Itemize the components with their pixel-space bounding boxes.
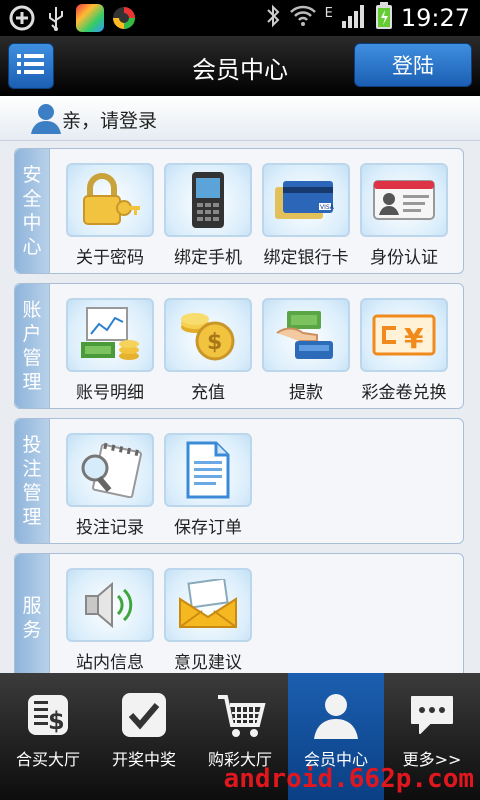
item-label: 提款 xyxy=(289,383,323,403)
checkmark-icon xyxy=(120,691,168,739)
app-icon xyxy=(110,4,138,32)
item-feedback[interactable]: 意见建议 xyxy=(161,568,255,673)
member-icon xyxy=(312,691,360,739)
clock: 19:27 xyxy=(400,4,470,32)
id-card-icon xyxy=(360,163,448,237)
document-icon xyxy=(164,433,252,507)
padlock-key-icon xyxy=(66,163,154,237)
item-withdraw[interactable]: 提款 xyxy=(259,298,353,403)
app-icon xyxy=(76,4,104,32)
tab-label: 开奖中奖 xyxy=(111,750,176,769)
yuan-coupon-icon: ¥ xyxy=(360,298,448,372)
section-label: 账户管理 xyxy=(15,284,50,408)
item-label: 投注记录 xyxy=(76,518,144,538)
svg-text:VISA: VISA xyxy=(320,204,335,211)
item-label: 充值 xyxy=(191,383,225,403)
item-bind-phone[interactable]: 绑定手机 xyxy=(161,163,255,268)
chat-bubble-icon xyxy=(408,691,456,739)
section-security-center: 安全中心 关于密码 绑定手机 VISA 绑定银行卡 身份认证 xyxy=(14,148,464,274)
section-label: 安全中心 xyxy=(15,149,50,273)
bank-cards-icon: VISA xyxy=(262,163,350,237)
account-chart-icon xyxy=(66,298,154,372)
svg-text:$: $ xyxy=(207,330,222,355)
wifi-icon xyxy=(289,4,317,32)
section-betting-management: 投注管理 投注记录 保存订单 xyxy=(14,418,464,544)
svg-text:$: $ xyxy=(48,707,65,735)
section-services: 服务 站内信息 意见建议 xyxy=(14,553,464,683)
item-saved-orders[interactable]: 保存订单 xyxy=(161,433,255,538)
item-site-messages[interactable]: 站内信息 xyxy=(63,568,157,673)
item-account-details[interactable]: 账号明细 xyxy=(63,298,157,403)
item-label: 身份认证 xyxy=(370,248,438,268)
signal-icon xyxy=(341,3,367,33)
svg-text:¥: ¥ xyxy=(404,322,424,355)
status-bar: E 19:27 xyxy=(0,0,480,36)
item-label: 保存订单 xyxy=(174,518,242,538)
withdraw-money-icon xyxy=(262,298,350,372)
item-coupon-exchange[interactable]: ¥ 彩金卷兑换 xyxy=(357,298,451,403)
item-bind-bank-card[interactable]: VISA 绑定银行卡 xyxy=(259,163,353,268)
tab-label: 合买大厅 xyxy=(15,750,80,769)
usb-icon xyxy=(42,4,70,32)
title-bar: 会员中心 登陆 xyxy=(0,36,480,96)
coins-icon: $ xyxy=(164,298,252,372)
login-button[interactable]: 登陆 xyxy=(354,43,472,87)
bluetooth-icon xyxy=(265,3,281,33)
item-label: 绑定银行卡 xyxy=(263,248,349,268)
network-type: E xyxy=(324,5,333,21)
watermark: android.662p.com xyxy=(223,764,474,794)
speaker-icon xyxy=(66,568,154,642)
item-recharge[interactable]: $ 充值 xyxy=(161,298,255,403)
item-label: 关于密码 xyxy=(76,248,144,268)
battery-icon xyxy=(375,2,393,34)
item-label: 账号明细 xyxy=(76,383,144,403)
envelope-icon xyxy=(164,568,252,642)
notebook-search-icon xyxy=(66,433,154,507)
shopping-cart-icon xyxy=(216,691,266,739)
section-account-management: 账户管理 账号明细 $ 充值 提款 ¥ 彩金卷兑换 xyxy=(14,283,464,409)
tab-lottery-results[interactable]: 开奖中奖 xyxy=(96,673,192,800)
user-bar[interactable]: 亲，请登录 xyxy=(0,96,480,141)
tab-group-buy[interactable]: $ 合买大厅 xyxy=(0,673,96,800)
item-label: 绑定手机 xyxy=(174,248,242,268)
user-icon xyxy=(30,102,62,138)
section-label: 投注管理 xyxy=(15,419,50,543)
item-label: 彩金卷兑换 xyxy=(361,383,447,403)
item-label: 站内信息 xyxy=(76,653,144,673)
item-password[interactable]: 关于密码 xyxy=(63,163,157,268)
add-circle-icon xyxy=(8,4,36,32)
login-prompt: 亲，请登录 xyxy=(62,110,158,132)
mobile-phone-icon xyxy=(164,163,252,237)
dollar-document-icon: $ xyxy=(24,691,72,739)
section-label: 服务 xyxy=(15,554,50,682)
item-label: 意见建议 xyxy=(174,653,242,673)
item-identity-verification[interactable]: 身份认证 xyxy=(357,163,451,268)
item-bet-records[interactable]: 投注记录 xyxy=(63,433,157,538)
